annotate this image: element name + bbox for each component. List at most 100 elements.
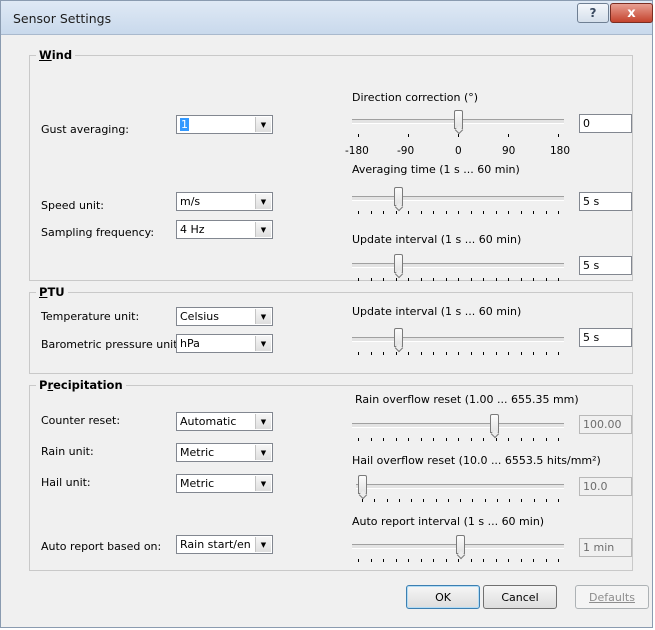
chevron-down-icon: ▼ [255,117,271,132]
slider-tick [533,559,534,562]
slider-tick [533,278,534,281]
auto-report-interval-slider[interactable] [352,535,564,565]
wind-group-title: Wind [36,48,76,62]
direction-tick-label: -90 [397,145,415,157]
counter-reset-select[interactable]: Automatic ▼ [176,412,273,431]
slider-tick [374,499,376,502]
slider-tick [470,559,472,562]
slider-tick [458,352,459,355]
help-icon: ? [589,6,597,20]
rain-unit-select[interactable]: Metric ▼ [176,443,273,462]
slider-tick [520,559,522,562]
slider-tick [358,438,359,441]
slider-tick [470,278,472,281]
slider-tick [458,211,459,214]
slider-tick [358,352,359,355]
slider-tick [508,438,509,441]
direction-tick-label: 180 [550,145,571,157]
hail-overflow-reset-slider[interactable] [356,475,564,505]
slider-tick [545,499,547,502]
slider-thumb[interactable] [490,414,499,433]
auto-report-interval-label: Auto report interval (1 s ... 60 min) [352,515,545,528]
chevron-down-icon: ▼ [255,414,271,429]
barometric-pressure-unit-select[interactable]: hPa ▼ [176,334,273,353]
wind-update-interval-label: Update interval (1 s ... 60 min) [352,233,522,246]
direction-tick-label: 0 [455,145,462,157]
slider-tick [408,134,409,137]
precipitation-group-title: Precipitation [36,378,126,392]
slider-tick [395,278,397,281]
averaging-time-slider[interactable] [352,187,564,217]
slider-tick [472,499,474,502]
wind-update-interval-slider[interactable] [352,254,564,284]
sensor-settings-dialog: Sensor Settings ? x Wind Gust averaging:… [0,0,653,628]
hail-unit-select[interactable]: Metric ▼ [176,474,273,493]
auto-report-based-on-select[interactable]: Rain start/enc ▼ [176,535,273,554]
slider-tick [483,211,484,214]
slider-thumb[interactable] [358,475,367,494]
close-button[interactable]: x [610,3,653,23]
slider-tick [370,438,372,441]
slider-thumb[interactable] [454,110,463,129]
title-bar[interactable]: Sensor Settings ? x [1,1,653,35]
slider-tick [445,438,447,441]
wind-update-interval-input[interactable]: 5 s [579,256,632,275]
slider-tick [483,438,484,441]
slider-tick [408,278,409,281]
direction-correction-slider[interactable] [352,110,564,140]
slider-thumb[interactable] [456,535,465,554]
temperature-unit-select[interactable]: Celsius ▼ [176,307,273,326]
ptu-group: PTU Temperature unit: Celsius ▼ Barometr… [29,285,633,374]
dialog-body: Wind Gust averaging: 1 ▼ Speed unit: m/s… [9,35,649,623]
slider-tick [558,211,559,214]
slider-tick [483,352,484,355]
averaging-time-input[interactable]: 5 s [579,192,632,211]
slider-tick [533,211,534,214]
slider-tick [420,438,422,441]
slider-thumb[interactable] [394,328,403,347]
slider-tick [358,278,359,281]
rain-overflow-reset-label: Rain overflow reset (1.00 ... 655.35 mm) [355,393,579,406]
slider-tick [420,559,422,562]
slider-tick [435,499,437,502]
ok-button[interactable]: OK [406,585,480,609]
rain-overflow-reset-slider[interactable] [352,414,564,444]
help-button[interactable]: ? [577,3,609,23]
slider-tick [433,211,434,214]
defaults-button[interactable]: Defaults [575,585,649,609]
slider-tick [558,559,559,562]
slider-tick [420,352,422,355]
slider-thumb[interactable] [394,187,403,206]
slider-tick [408,438,409,441]
slider-tick [408,352,409,355]
sampling-frequency-select[interactable]: 4 Hz ▼ [176,220,273,239]
gust-averaging-select[interactable]: 1 ▼ [176,115,273,134]
slider-tick [470,211,472,214]
slider-tick [383,211,384,214]
barometric-pressure-unit-label: Barometric pressure unit: [41,338,182,351]
rain-overflow-reset-input[interactable]: 100.00 [579,415,632,434]
hail-unit-label: Hail unit: [41,476,91,489]
slider-tick [509,499,510,502]
slider-tick [484,499,486,502]
slider-tick [558,352,559,355]
direction-correction-input[interactable]: 0 [579,114,632,133]
sampling-frequency-label: Sampling frequency: [41,226,155,239]
slider-thumb[interactable] [394,254,403,273]
slider-tick [558,278,559,281]
speed-unit-select[interactable]: m/s ▼ [176,192,273,211]
slider-tick [508,559,509,562]
cancel-button[interactable]: Cancel [483,585,557,609]
auto-report-interval-input[interactable]: 1 min [579,538,632,557]
hail-overflow-reset-input[interactable]: 10.0 [579,477,632,496]
ptu-group-title: PTU [36,285,68,299]
speed-unit-label: Speed unit: [41,199,104,212]
chevron-down-icon: ▼ [255,537,271,552]
chevron-down-icon: ▼ [255,222,271,237]
slider-tick [495,559,497,562]
ptu-update-interval-slider[interactable] [352,328,564,358]
ptu-update-interval-input[interactable]: 5 s [579,328,632,347]
rain-unit-label: Rain unit: [41,445,94,458]
slider-tick [433,438,434,441]
slider-tick [558,499,559,502]
